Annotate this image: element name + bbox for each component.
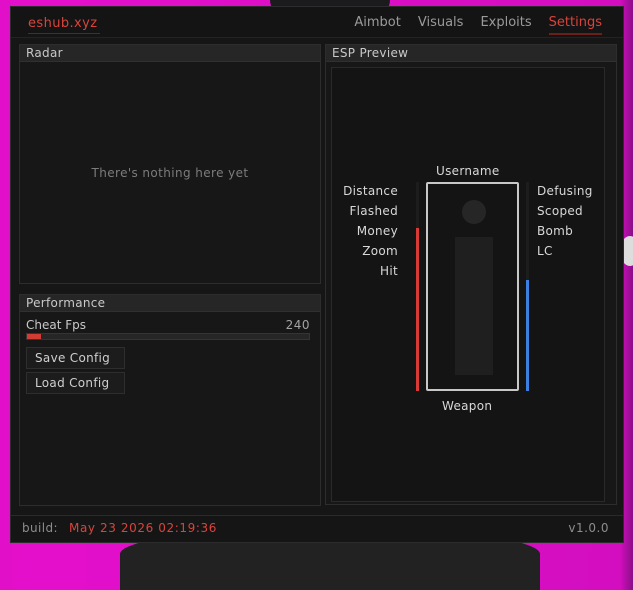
esp-flag-hit: Hit [380,264,398,278]
tab-settings[interactable]: Settings [548,15,603,35]
version-label: v1.0.0 [568,521,609,535]
radar-panel: Radar There's nothing here yet [19,44,321,284]
app-title: eshub.xyz [28,16,98,31]
radar-title: Radar [20,45,320,62]
esp-preview-panel: ESP Preview Username Distance Flashed Mo… [325,44,617,505]
cheat-fps-slider[interactable] [26,333,310,340]
load-config-button[interactable]: Load Config [26,372,125,394]
health-bar-fill [416,227,419,391]
cheat-fps-value: 240 [285,318,310,332]
cheat-window: eshub.xyz Aimbot Visuals Exploits Settin… [10,6,624,543]
cheat-fps-slider-fill [27,334,42,339]
esp-flag-money: Money [356,224,398,238]
esp-flag-zoom: Zoom [362,244,398,258]
health-bar [416,182,419,391]
title-underline [28,33,100,34]
esp-preview-title: ESP Preview [326,45,616,62]
tab-visuals[interactable]: Visuals [418,15,464,33]
esp-username: Username [436,164,500,178]
player-head-silhouette [462,200,486,224]
tab-aimbot[interactable]: Aimbot [354,15,400,33]
esp-flag-defusing: Defusing [537,184,593,198]
save-config-button[interactable]: Save Config [26,347,125,369]
performance-panel: Performance Cheat Fps 240 Save Config Lo… [19,294,321,506]
build-label: build: [22,521,58,535]
armor-bar [526,182,529,391]
tab-exploits[interactable]: Exploits [480,15,531,33]
cheat-fps-label: Cheat Fps [26,318,87,332]
esp-flag-flashed: Flashed [349,204,398,218]
esp-flag-distance: Distance [343,184,398,198]
performance-title: Performance [20,295,320,312]
radar-empty-message: There's nothing here yet [91,166,249,180]
player-body-silhouette [455,237,493,375]
footer-bar: build: May 23 2026 02:19:36 v1.0.0 [11,515,623,542]
esp-player-box [426,182,519,391]
esp-weapon: Weapon [442,399,493,413]
tab-bar: Aimbot Visuals Exploits Settings [354,15,603,35]
esp-flag-bomb: Bomb [537,224,574,238]
esp-flag-scoped: Scoped [537,204,583,218]
esp-preview-canvas: Username Distance Flashed Money Zoom Hit… [331,67,605,502]
title-bar: eshub.xyz Aimbot Visuals Exploits Settin… [11,7,623,38]
esp-flag-lc: LC [537,244,553,258]
cheat-fps-row: Cheat Fps 240 [26,318,310,332]
armor-bar-fill [526,280,529,391]
build-date: May 23 2026 02:19:36 [69,521,217,535]
